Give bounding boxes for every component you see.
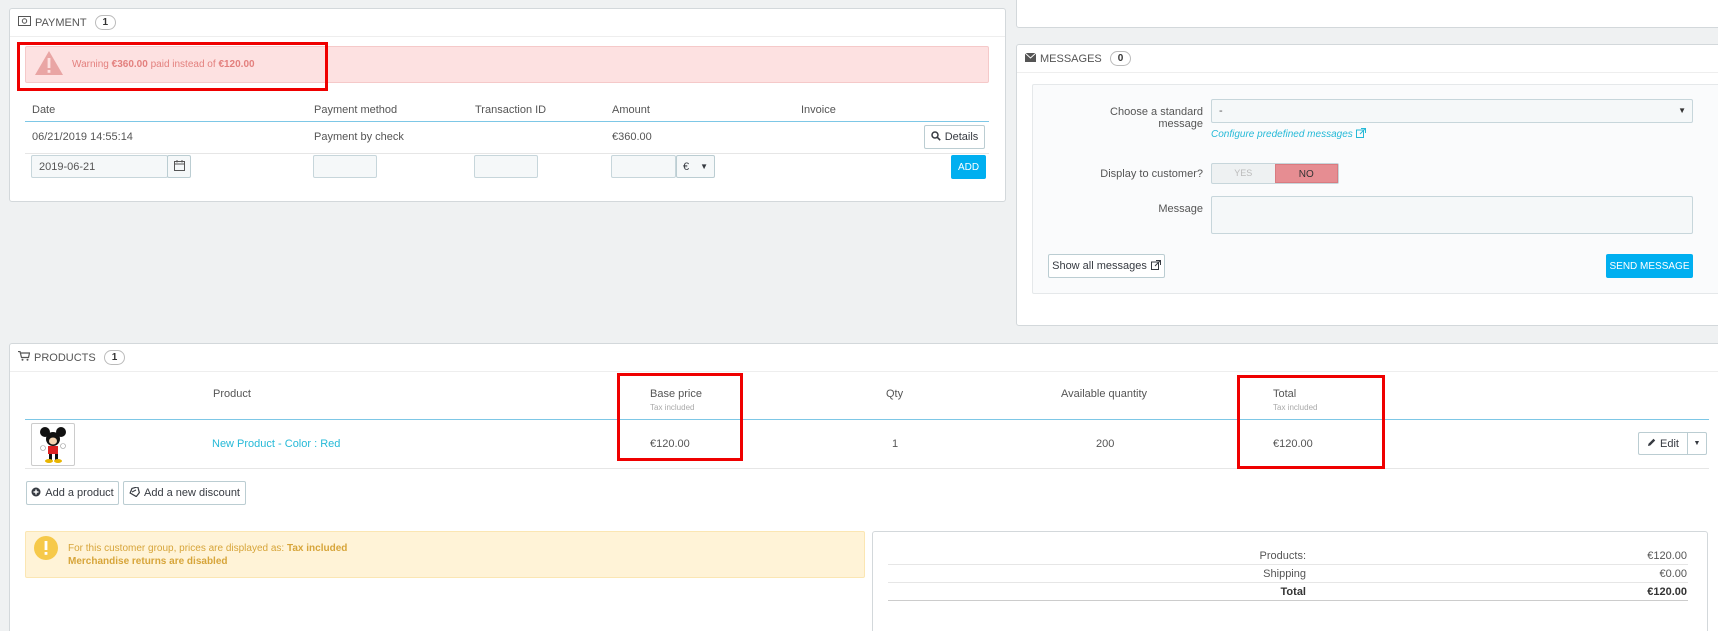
tax-notice-line-1: For this customer group, prices are disp… xyxy=(68,543,348,554)
order-summary-panel xyxy=(872,531,1708,631)
messages-count-badge: 0 xyxy=(1109,51,1132,66)
standard-message-select[interactable]: - ▼ xyxy=(1211,99,1693,123)
payment-heading: PAYMENT 1 xyxy=(10,9,1005,37)
payment-add-button[interactable]: ADD xyxy=(951,155,986,179)
payment-method-input[interactable] xyxy=(313,155,377,178)
payment-header-line xyxy=(25,121,989,122)
product-available: 200 xyxy=(1096,438,1115,450)
calendar-icon xyxy=(173,159,185,174)
col-transaction-id: Transaction ID xyxy=(475,104,547,116)
add-product-button[interactable]: Add a product xyxy=(26,481,119,505)
product-edit-button[interactable]: Edit xyxy=(1638,432,1687,455)
summary-products-label: Products: xyxy=(1259,550,1306,562)
calendar-button[interactable] xyxy=(167,155,191,178)
configure-predefined-link[interactable]: Configure predefined messages xyxy=(1211,128,1366,141)
summary-line-3 xyxy=(888,600,1688,601)
payment-row-date: 06/21/2019 14:55:14 xyxy=(32,131,133,143)
tax-notice-line-2: Merchandise returns are disabled xyxy=(68,556,228,567)
col-qty: Qty xyxy=(886,388,904,400)
summary-line-2 xyxy=(888,582,1688,583)
payment-title: PAYMENT xyxy=(35,16,87,29)
external-link-icon xyxy=(1355,128,1366,141)
summary-total-value: €120.00 xyxy=(1647,586,1687,598)
payment-details-button[interactable]: Details xyxy=(924,125,985,149)
display-toggle[interactable]: YES NO xyxy=(1211,163,1339,184)
highlight-total xyxy=(1237,375,1385,469)
products-row-line xyxy=(25,468,1709,469)
tax-notice-alert: For this customer group, prices are disp… xyxy=(25,531,865,578)
summary-shipping-label: Shipping xyxy=(1263,568,1306,580)
show-all-messages-button[interactable]: Show all messages xyxy=(1048,254,1165,278)
products-title: PRODUCTS xyxy=(34,351,96,364)
transaction-id-input[interactable] xyxy=(474,155,538,178)
messages-title: MESSAGES xyxy=(1040,52,1102,65)
summary-total-label: Total xyxy=(1280,586,1306,598)
product-edit-dropdown[interactable]: ▼ xyxy=(1687,432,1707,455)
plus-circle-icon xyxy=(31,487,41,500)
products-count-badge: 1 xyxy=(103,350,126,365)
col-date: Date xyxy=(32,104,56,116)
payment-date-input[interactable]: 2019-06-21 xyxy=(31,155,168,178)
mickey-image xyxy=(40,427,66,463)
product-thumbnail xyxy=(31,423,75,466)
toggle-yes[interactable]: YES xyxy=(1212,164,1275,183)
payment-row-amount: €360.00 xyxy=(612,131,652,143)
payment-row-line xyxy=(25,153,989,154)
products-heading: PRODUCTS 1 xyxy=(10,344,1718,372)
search-icon xyxy=(930,130,941,144)
summary-products-value: €120.00 xyxy=(1647,550,1687,562)
external-link-icon xyxy=(1150,259,1161,273)
col-invoice: Invoice xyxy=(801,104,836,116)
choose-message-label: Choose a standard message xyxy=(1110,106,1203,130)
display-to-customer-label: Display to customer? xyxy=(1100,168,1203,180)
product-name-link[interactable]: New Product - Color : Red xyxy=(212,438,340,450)
caret-down-icon: ▼ xyxy=(1678,106,1686,115)
col-product: Product xyxy=(213,388,251,400)
send-message-button[interactable]: SEND MESSAGE xyxy=(1606,254,1693,278)
products-header-line xyxy=(25,419,1709,420)
col-available-quantity: Available quantity xyxy=(1061,388,1148,400)
amount-input[interactable] xyxy=(611,155,676,178)
ticket-icon xyxy=(129,485,140,500)
add-discount-button[interactable]: Add a new discount xyxy=(123,481,246,505)
caret-down-icon: ▼ xyxy=(700,162,708,171)
currency-select[interactable]: € ▼ xyxy=(676,155,715,178)
cart-icon xyxy=(18,344,31,372)
caret-down-icon: ▼ xyxy=(1693,440,1701,447)
right-top-panel xyxy=(1016,0,1718,28)
messages-heading: MESSAGES 0 xyxy=(1017,45,1718,73)
payment-row-method: Payment by check xyxy=(314,131,404,143)
envelope-icon xyxy=(1024,45,1037,73)
pencil-icon xyxy=(1647,438,1656,450)
money-icon xyxy=(18,9,31,37)
col-payment-method: Payment method xyxy=(314,104,398,116)
message-textarea[interactable] xyxy=(1211,196,1693,234)
col-amount: Amount xyxy=(612,104,650,116)
exclamation-circle-icon xyxy=(34,536,58,563)
summary-shipping-value: €0.00 xyxy=(1659,568,1687,580)
product-qty: 1 xyxy=(892,438,899,450)
summary-line-1 xyxy=(888,564,1688,565)
message-label: Message xyxy=(1158,203,1203,215)
payment-count-badge: 1 xyxy=(94,15,117,30)
toggle-no[interactable]: NO xyxy=(1274,164,1338,183)
highlight-warning xyxy=(17,42,328,91)
highlight-base-price xyxy=(617,373,743,461)
